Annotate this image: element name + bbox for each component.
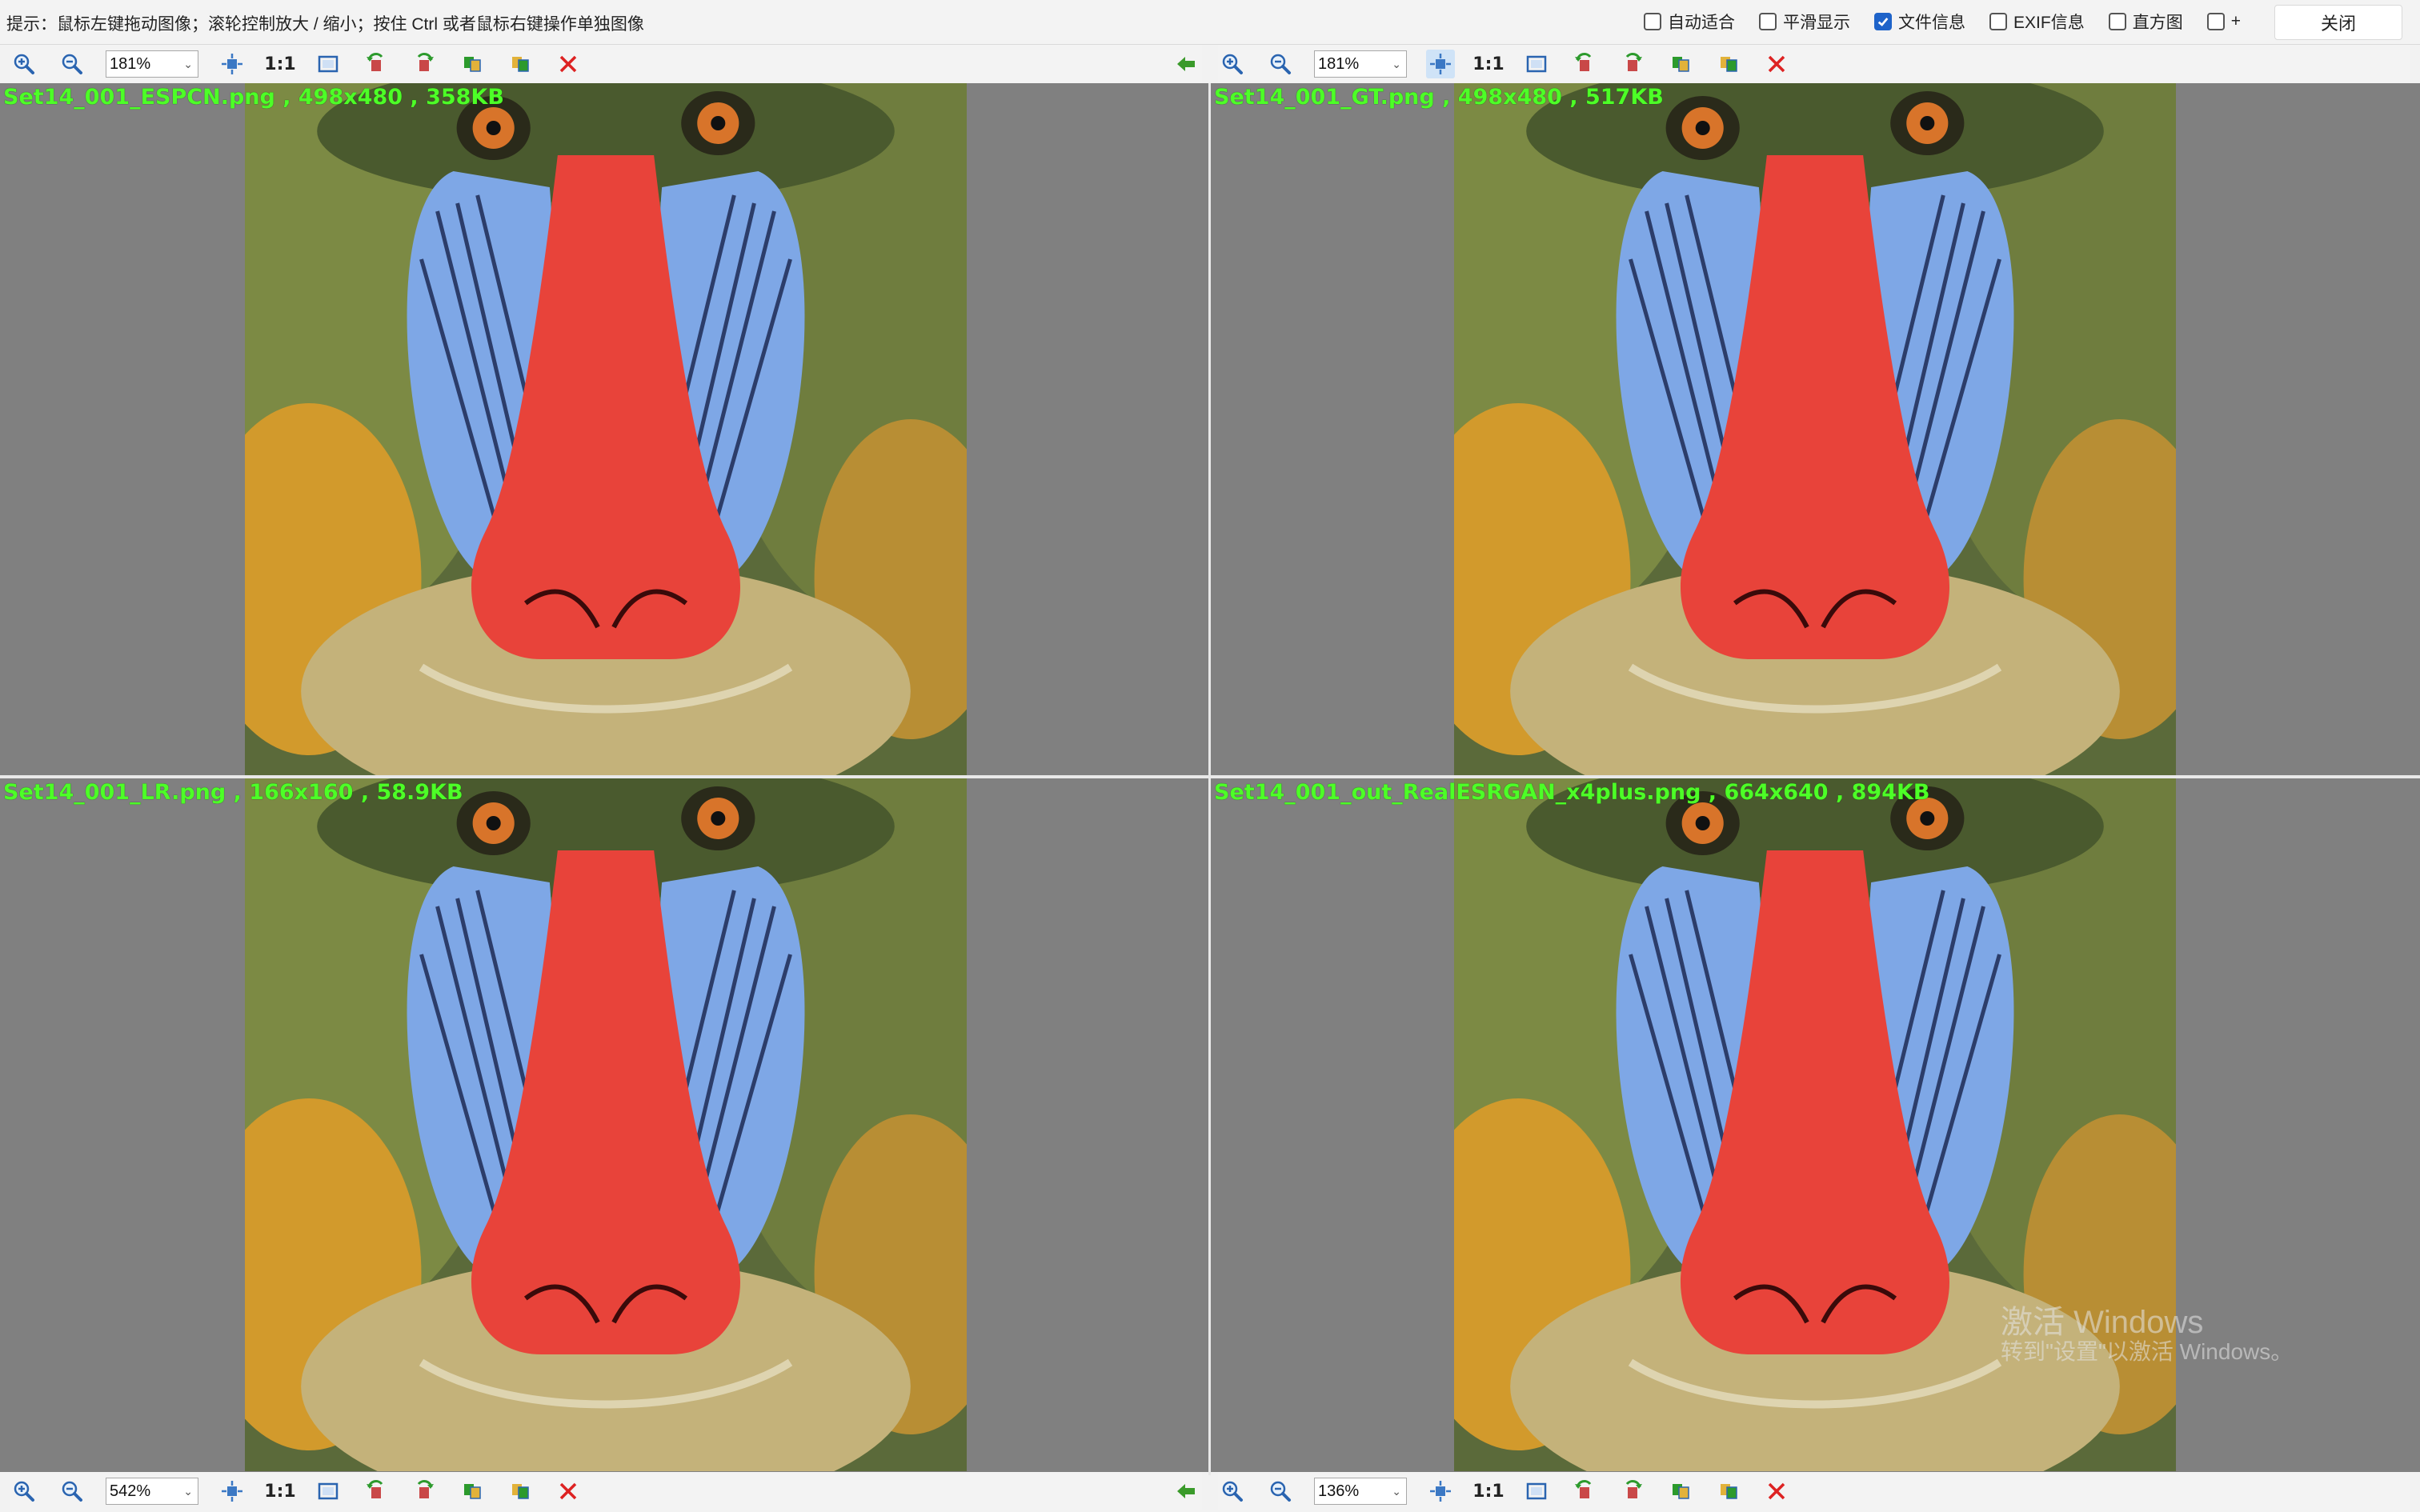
checkbox-checked[interactable]	[1874, 13, 1893, 30]
option-plus[interactable]: +	[2206, 12, 2241, 31]
flip-vertical-icon[interactable]	[506, 1477, 535, 1506]
chevron-down-icon: ⌄	[1392, 57, 1401, 70]
image-realesrgan[interactable]	[1454, 778, 2176, 1471]
zoom-out-icon[interactable]	[1266, 50, 1295, 78]
option-label: 自动适合	[1668, 14, 1736, 32]
image-pane-bottom-right[interactable]: Set14_001_out_RealESRGAN_x4plus.png , 66…	[1211, 778, 2420, 1472]
fullscreen-icon[interactable]	[1522, 50, 1551, 78]
hint-bar: 提示：鼠标左键拖动图像；滚轮控制放大 / 缩小；按住 Ctrl 或者鼠标右键操作…	[0, 0, 2420, 45]
activation-watermark-sub: 转到"设置"以激活 Windows。	[2001, 1339, 2294, 1364]
flip-horizontal-icon[interactable]	[458, 50, 487, 78]
option-histogram[interactable]: 直方图	[2108, 10, 2183, 34]
fullscreen-icon[interactable]	[314, 50, 343, 78]
rotate-left-icon[interactable]	[1570, 50, 1599, 78]
close-image-icon[interactable]	[1762, 1477, 1791, 1506]
zoom-in-icon[interactable]	[1218, 1477, 1247, 1506]
display-options: 自动适合 平滑显示 文件信息 EXIF信息 直方图 +	[1644, 10, 2241, 34]
chevron-down-icon: ⌄	[183, 57, 193, 70]
toolbar-top-right: 181% ⌄ 1:1	[1218, 45, 2410, 83]
file-info-label: Set14_001_out_RealESRGAN_x4plus.png , 66…	[1214, 780, 1930, 805]
close-image-icon[interactable]	[554, 50, 583, 78]
zoom-select[interactable]: 181% ⌄	[1314, 50, 1407, 78]
zoom-value: 181%	[110, 54, 151, 73]
zoom-value: 542%	[110, 1482, 151, 1500]
toolbar-bottom-left: 542% ⌄ 1:1	[10, 1472, 1202, 1510]
file-info-label: Set14_001_ESPCN.png , 498x480 , 358KB	[3, 85, 504, 110]
fit-center-icon[interactable]	[218, 50, 246, 78]
fit-center-icon[interactable]	[1426, 1477, 1455, 1506]
image-gt[interactable]	[1454, 83, 2176, 775]
image-compare-window: 提示：鼠标左键拖动图像；滚轮控制放大 / 缩小；按住 Ctrl 或者鼠标右键操作…	[0, 0, 2420, 1512]
actual-size-button[interactable]: 1:1	[264, 1477, 295, 1506]
zoom-value: 181%	[1318, 54, 1360, 73]
back-arrow-icon[interactable]	[1172, 1477, 1200, 1506]
vertical-splitter[interactable]	[1208, 83, 1211, 1475]
rotate-right-icon[interactable]	[410, 50, 439, 78]
actual-size-button[interactable]: 1:1	[1472, 1477, 1504, 1506]
image-espcn[interactable]	[245, 83, 967, 775]
rotate-left-icon[interactable]	[1570, 1477, 1599, 1506]
checkbox[interactable]	[1989, 13, 2008, 30]
fullscreen-icon[interactable]	[1522, 1477, 1551, 1506]
option-auto-fit[interactable]: 自动适合	[1644, 10, 1735, 34]
back-arrow-icon[interactable]	[1172, 50, 1200, 78]
checkbox[interactable]	[1759, 13, 1777, 30]
toolbar-top-left: 181% ⌄ 1:1	[10, 45, 1202, 83]
checkbox[interactable]	[2108, 13, 2126, 30]
close-button[interactable]: 关闭	[2274, 5, 2402, 40]
rotate-right-icon[interactable]	[410, 1477, 439, 1506]
file-info-label: Set14_001_GT.png , 498x480 , 517KB	[1214, 85, 1664, 110]
horizontal-splitter[interactable]	[0, 775, 2420, 778]
image-lr[interactable]	[245, 778, 967, 1471]
close-image-icon[interactable]	[554, 1477, 583, 1506]
file-info-label: Set14_001_LR.png , 166x160 , 58.9KB	[3, 780, 463, 805]
zoom-in-icon[interactable]	[10, 50, 38, 78]
zoom-in-icon[interactable]	[1218, 50, 1247, 78]
flip-vertical-icon[interactable]	[1714, 1477, 1743, 1506]
zoom-in-icon[interactable]	[10, 1477, 38, 1506]
image-pane-bottom-left[interactable]: Set14_001_LR.png , 166x160 , 58.9KB	[0, 778, 1208, 1472]
image-pane-top-right[interactable]: Set14_001_GT.png , 498x480 , 517KB	[1211, 83, 2420, 775]
chevron-down-icon: ⌄	[1392, 1484, 1401, 1498]
option-label: EXIF信息	[2013, 14, 2085, 32]
zoom-select[interactable]: 542% ⌄	[106, 1478, 198, 1505]
fit-center-icon[interactable]	[218, 1477, 246, 1506]
flip-vertical-icon[interactable]	[1714, 50, 1743, 78]
rotate-right-icon[interactable]	[1618, 1477, 1647, 1506]
rotate-right-icon[interactable]	[1618, 50, 1647, 78]
option-label: 直方图	[2132, 14, 2183, 32]
option-exif-info[interactable]: EXIF信息	[1989, 10, 2085, 34]
option-label: +	[2230, 12, 2241, 30]
toolbar-bottom-right: 136% ⌄ 1:1	[1218, 1472, 2410, 1510]
flip-horizontal-icon[interactable]	[1666, 50, 1695, 78]
actual-size-button[interactable]: 1:1	[264, 50, 295, 78]
fullscreen-icon[interactable]	[314, 1477, 343, 1506]
flip-horizontal-icon[interactable]	[458, 1477, 487, 1506]
flip-horizontal-icon[interactable]	[1666, 1477, 1695, 1506]
close-image-icon[interactable]	[1762, 50, 1791, 78]
option-smooth-display[interactable]: 平滑显示	[1759, 10, 1850, 34]
option-file-info[interactable]: 文件信息	[1874, 10, 1965, 34]
option-label: 文件信息	[1898, 14, 1966, 32]
zoom-out-icon[interactable]	[1266, 1477, 1295, 1506]
zoom-select[interactable]: 136% ⌄	[1314, 1478, 1407, 1505]
chevron-down-icon: ⌄	[183, 1484, 193, 1498]
zoom-value: 136%	[1318, 1482, 1360, 1500]
zoom-out-icon[interactable]	[58, 1477, 86, 1506]
fit-center-icon[interactable]	[1426, 50, 1455, 78]
zoom-select[interactable]: 181% ⌄	[106, 50, 198, 78]
option-label: 平滑显示	[1783, 14, 1851, 32]
image-pane-top-left[interactable]: Set14_001_ESPCN.png , 498x480 , 358KB	[0, 83, 1208, 775]
hint-text: 提示：鼠标左键拖动图像；滚轮控制放大 / 缩小；按住 Ctrl 或者鼠标右键操作…	[6, 15, 644, 34]
rotate-left-icon[interactable]	[362, 50, 391, 78]
rotate-left-icon[interactable]	[362, 1477, 391, 1506]
checkbox[interactable]	[2206, 13, 2225, 30]
flip-vertical-icon[interactable]	[506, 50, 535, 78]
checkbox[interactable]	[1644, 13, 1662, 30]
zoom-out-icon[interactable]	[58, 50, 86, 78]
actual-size-button[interactable]: 1:1	[1472, 50, 1504, 78]
